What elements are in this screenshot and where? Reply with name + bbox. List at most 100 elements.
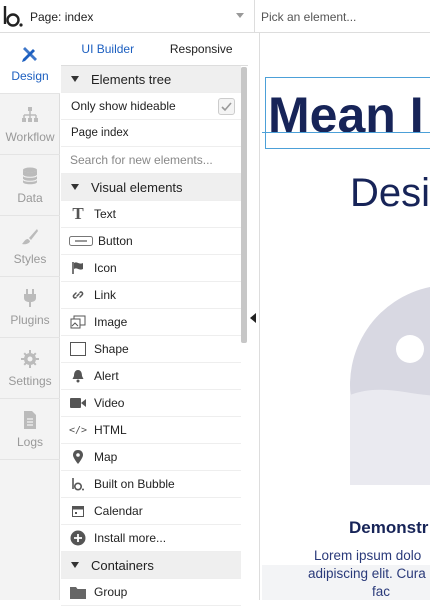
button-icon: [69, 233, 93, 249]
calendar-icon: [69, 503, 87, 519]
caret-down-icon: [71, 184, 79, 190]
image-placeholder-icon[interactable]: [350, 285, 430, 485]
bell-icon: [69, 368, 87, 384]
only-show-hideable-row: Only show hideable: [61, 93, 241, 120]
element-video[interactable]: Video: [61, 390, 241, 417]
page-selector-label: Page: index: [30, 9, 94, 24]
workflow-icon: [22, 106, 38, 122]
element-button[interactable]: Button: [61, 228, 241, 255]
element-label: Shape: [94, 342, 129, 356]
only-show-hideable-label: Only show hideable: [71, 99, 176, 113]
element-search-placeholder: Search for new elements...: [70, 153, 213, 167]
folder-icon: [69, 584, 87, 600]
lorem-line: adipiscing elit. Cura: [308, 566, 426, 581]
nav-logs[interactable]: Logs: [0, 399, 60, 460]
element-label: Video: [94, 396, 125, 410]
nav-styles-label: Styles: [13, 251, 47, 266]
element-label: Alert: [94, 369, 119, 383]
bubble-logo[interactable]: [2, 4, 24, 28]
element-shape[interactable]: Shape: [61, 336, 241, 363]
panel-scrollbar[interactable]: [241, 67, 247, 343]
left-navigation: Design Workflow Data Styles Plugins Sett…: [0, 33, 60, 600]
element-picker-placeholder: Pick an element...: [261, 9, 357, 24]
sub-title[interactable]: Desi: [350, 171, 430, 216]
bubble-logo-icon: [69, 476, 87, 492]
nav-design[interactable]: Design: [0, 33, 60, 94]
element-built-on-bubble[interactable]: Built on Bubble: [61, 471, 241, 498]
gear-icon: [21, 349, 39, 368]
nav-styles[interactable]: Styles: [0, 216, 60, 277]
elements-panel: UI Builder Responsive Elements tree Only…: [61, 33, 248, 606]
element-label: Install more...: [94, 531, 167, 545]
containers-label: Containers: [91, 557, 154, 573]
containers-header[interactable]: Containers: [61, 552, 241, 579]
element-label: Map: [94, 450, 118, 464]
element-label: Group: [94, 585, 128, 599]
page-index-row[interactable]: Page index: [61, 120, 241, 147]
selection-guide-line: [262, 132, 430, 133]
caret-down-icon: [71, 76, 79, 82]
nav-logs-label: Logs: [16, 434, 44, 449]
element-alert[interactable]: Alert: [61, 363, 241, 390]
nav-plugins[interactable]: Plugins: [0, 277, 60, 338]
element-image[interactable]: Image: [61, 309, 241, 336]
tab-ui-builder[interactable]: UI Builder: [61, 33, 155, 65]
element-map[interactable]: Map: [61, 444, 241, 471]
element-icon[interactable]: Icon: [61, 255, 241, 282]
nav-settings[interactable]: Settings: [0, 338, 60, 399]
top-bar: Page: index Pick an element...: [0, 0, 430, 33]
element-label: Built on Bubble: [94, 477, 175, 491]
element-install-more[interactable]: Install more...: [61, 525, 241, 552]
element-html[interactable]: </> HTML: [61, 417, 241, 444]
link-icon: [69, 287, 87, 303]
lorem-line: Lorem ipsum dolo: [314, 548, 422, 563]
demo-heading[interactable]: Demonstr: [349, 518, 428, 538]
visual-elements-label: Visual elements: [91, 179, 183, 195]
page-selector[interactable]: Page: index: [30, 0, 253, 33]
element-label: Button: [98, 234, 133, 248]
nav-data-label: Data: [17, 190, 43, 205]
element-label: Link: [94, 288, 117, 302]
page-preview: Mean I Desi Demonstr Lorem ipsum dolo ad…: [262, 33, 430, 599]
element-picker[interactable]: Pick an element...: [254, 0, 430, 33]
code-icon: </>: [68, 424, 88, 436]
shape-icon: [69, 341, 87, 357]
element-label: Image: [94, 315, 128, 329]
element-search-input[interactable]: Search for new elements...: [61, 147, 241, 174]
plug-icon: [24, 288, 36, 307]
panel-tabs: UI Builder Responsive: [61, 33, 248, 66]
nav-plugins-label: Plugins: [10, 312, 50, 327]
lorem-paragraph[interactable]: Lorem ipsum dolo adipiscing elit. Cura f…: [308, 547, 430, 600]
nav-workflow-label: Workflow: [5, 129, 55, 144]
chevron-down-icon: [236, 13, 244, 18]
element-label: HTML: [94, 423, 127, 437]
document-icon: [24, 410, 36, 429]
element-link[interactable]: Link: [61, 282, 241, 309]
tab-responsive[interactable]: Responsive: [155, 33, 249, 65]
lorem-line: fac: [372, 584, 391, 599]
nav-data[interactable]: Data: [0, 155, 60, 216]
design-canvas[interactable]: Mean I Desi Demonstr Lorem ipsum dolo ad…: [262, 33, 430, 600]
element-text[interactable]: T Text: [61, 201, 241, 228]
nav-settings-label: Settings: [8, 373, 52, 388]
selection-box: [265, 77, 430, 149]
pencil-ruler-icon: [22, 46, 37, 62]
page-index-label: Page index: [71, 127, 129, 139]
element-label: Text: [94, 207, 117, 221]
checkmark-icon: [221, 102, 232, 112]
collapse-panel-arrow-icon[interactable]: [250, 313, 256, 323]
nav-design-label: Design: [11, 68, 49, 83]
visual-elements-header[interactable]: Visual elements: [61, 174, 241, 201]
hideable-checkbox[interactable]: [218, 98, 235, 115]
image-icon: [69, 314, 87, 330]
brush-icon: [22, 228, 38, 244]
map-pin-icon: [69, 449, 87, 465]
flag-icon: [69, 260, 87, 276]
element-group[interactable]: Group: [61, 579, 241, 606]
caret-down-icon: [71, 562, 79, 568]
text-icon: T: [72, 204, 84, 223]
elements-tree-header[interactable]: Elements tree: [61, 66, 241, 93]
element-calendar[interactable]: Calendar: [61, 498, 241, 525]
nav-workflow[interactable]: Workflow: [0, 94, 60, 155]
database-icon: [22, 167, 38, 184]
